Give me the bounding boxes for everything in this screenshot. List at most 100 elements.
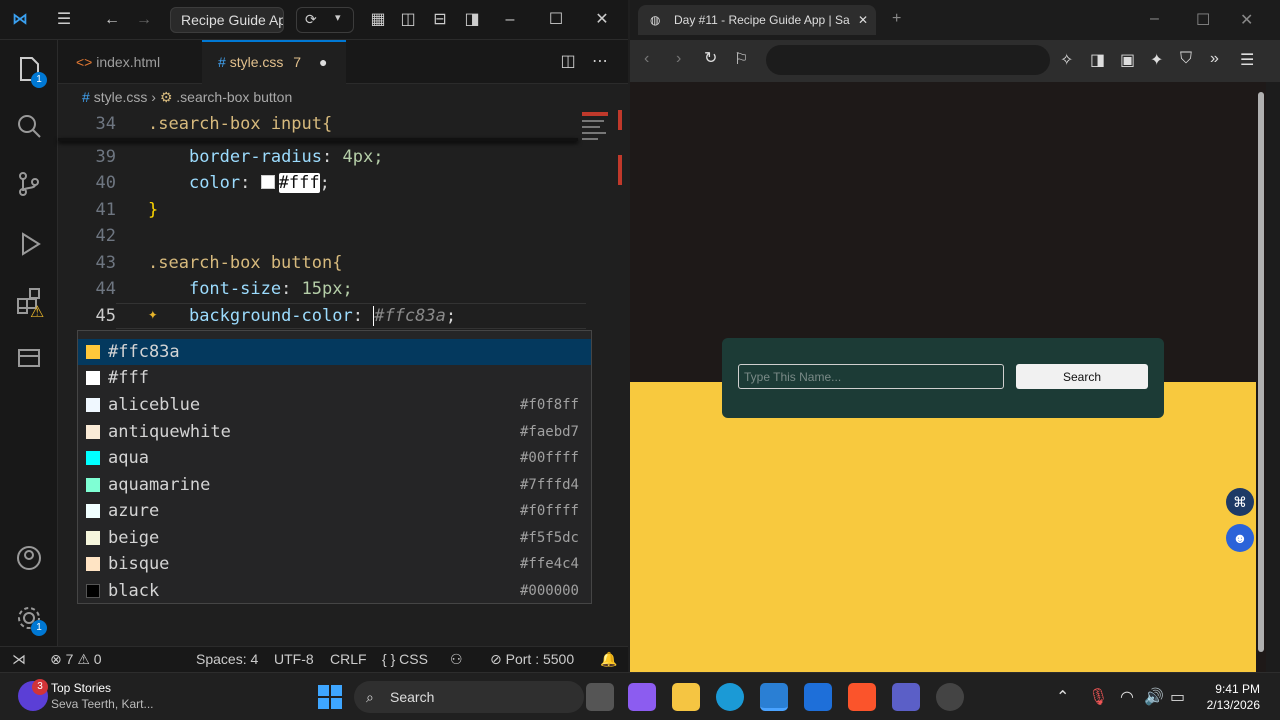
close-icon[interactable]: ✕ (590, 8, 614, 32)
more-actions-icon[interactable]: ⋯ (588, 50, 612, 74)
news-widget-icon[interactable]: 3 (18, 679, 48, 711)
inline-suggestion: #ffc83a (374, 306, 446, 326)
browser-tab[interactable]: ◍ Day #11 - Recipe Guide App | Sa ✕ (638, 5, 876, 35)
eol-status[interactable]: CRLF (330, 651, 367, 667)
forward-icon[interactable]: › (676, 50, 681, 68)
maximize-icon[interactable]: ☐ (1196, 10, 1210, 30)
toggle-sidebar-icon[interactable]: ◫ (396, 8, 420, 32)
brave-icon[interactable] (848, 683, 876, 711)
reload-icon[interactable]: ↻ (704, 48, 717, 68)
suggestion-item[interactable]: aliceblue #f0f8ff (78, 392, 591, 418)
suggestion-item[interactable]: azure #f0ffff (78, 498, 591, 524)
explorer-icon[interactable]: 1 (13, 54, 47, 88)
line-number: 40 (95, 173, 116, 193)
news-title[interactable]: Top Stories (51, 681, 111, 695)
teams-icon[interactable] (892, 683, 920, 711)
vscode-titlebar: ⋈ ☰ ← → Recipe Guide Ap ⟳ ▾ ▦ ◫ ⊟ ◨ – ☐ … (0, 0, 628, 40)
suggestion-item[interactable]: antiquewhite #faebd7 (78, 419, 591, 445)
source-control-icon[interactable] (13, 168, 45, 200)
suggestion-item[interactable]: aquamarine #7fffd4 (78, 472, 591, 498)
settings-gear-icon[interactable]: 1 (13, 602, 47, 636)
run-debug-icon[interactable] (13, 228, 45, 260)
minimize-icon[interactable]: – (1150, 10, 1159, 28)
no-entry-icon: ⊘ (490, 651, 502, 667)
sidebar-icon[interactable]: ◨ (1090, 50, 1105, 70)
double-chevron-icon[interactable]: » (1210, 50, 1219, 68)
vscode-taskbar-icon[interactable] (760, 683, 788, 711)
page-scrollbar[interactable] (1256, 82, 1266, 672)
account-icon[interactable] (13, 542, 45, 574)
copilot-button[interactable]: ⟳ ▾ (296, 7, 354, 33)
warning-icon: ⚠ (77, 651, 90, 667)
color-swatch-icon (86, 371, 100, 385)
obs-icon[interactable] (936, 683, 964, 711)
menu-icon[interactable]: ☰ (1240, 50, 1254, 70)
suggestion-item[interactable]: #fff (78, 365, 591, 391)
system-clock[interactable]: 9:41 PM 2/13/2026 (1190, 681, 1260, 713)
toggle-secondary-sidebar-icon[interactable]: ◨ (460, 8, 484, 32)
suggestion-item[interactable]: aqua #00ffff (78, 445, 591, 471)
encoding-status[interactable]: UTF-8 (274, 651, 314, 667)
menu-icon[interactable]: ☰ (52, 8, 76, 32)
tab-style-css[interactable]: # style.css 7 ● (202, 40, 346, 84)
search-input[interactable] (738, 364, 1004, 389)
edge-icon[interactable] (716, 683, 744, 711)
scrollbar-thumb[interactable] (1258, 92, 1264, 652)
suggestion-item[interactable]: beige #f5f5dc (78, 525, 591, 551)
color-swatch-icon[interactable] (260, 175, 275, 189)
wifi-icon[interactable]: ◠ (1120, 687, 1134, 707)
windows-start-icon[interactable] (316, 683, 344, 711)
ai-sparkle-icon[interactable]: ✦ (1150, 50, 1163, 70)
close-tab-icon[interactable]: ✕ (851, 5, 868, 35)
chevron-up-icon[interactable]: ⌃ (1056, 687, 1069, 707)
battery-icon[interactable]: ▭ (1170, 687, 1185, 707)
new-tab-icon[interactable]: + (892, 10, 901, 28)
forward-arrow-icon[interactable]: → (132, 8, 156, 32)
unsaved-dot-icon[interactable]: ● (319, 54, 327, 70)
taskbar-search[interactable]: ⌕ Search (354, 681, 584, 713)
maximize-icon[interactable]: ☐ (544, 8, 568, 32)
breadcrumb-symbol[interactable]: .search-box button (176, 89, 292, 105)
split-editor-icon[interactable]: ◫ (556, 50, 580, 74)
copilot-status-icon[interactable]: ⚇ (450, 651, 463, 668)
tab-label: index.html (96, 54, 161, 70)
live-server-port[interactable]: ⊘ Port : 5500 (490, 651, 574, 668)
breadcrumb-file[interactable]: style.css (94, 89, 148, 105)
wallet-icon[interactable]: ▣ (1120, 50, 1135, 70)
command-center[interactable]: Recipe Guide Ap (170, 7, 284, 33)
search-button[interactable]: Search (1016, 364, 1148, 389)
file-explorer-icon[interactable] (672, 683, 700, 711)
remote-icon[interactable]: ⋊ (12, 651, 26, 668)
outlook-icon[interactable] (804, 683, 832, 711)
color-swatch-icon (86, 345, 100, 359)
tab-index-html[interactable]: <> index.html (58, 40, 202, 84)
suggestion-item[interactable]: #ffc83a (78, 339, 591, 365)
copilot-app-icon[interactable] (628, 683, 656, 711)
extensions-icon[interactable]: ✧ (1060, 50, 1073, 70)
search-icon[interactable] (13, 110, 45, 142)
problems-indicator[interactable]: ⊗ 7 ⚠ 0 (50, 651, 102, 668)
vpn-shield-icon[interactable]: ⛉ (1180, 50, 1192, 68)
toggle-panel-icon[interactable]: ⊟ (428, 8, 452, 32)
remote-explorer-icon[interactable] (13, 342, 45, 374)
address-bar[interactable] (766, 45, 1050, 75)
microphone-icon[interactable]: 🎙 (1088, 687, 1108, 707)
volume-icon[interactable]: 🔊 (1144, 687, 1164, 707)
suggestion-item[interactable]: bisque #ffe4c4 (78, 551, 591, 577)
extensions-icon[interactable]: ⚠ (13, 286, 45, 321)
command-icon[interactable]: ⌘ (1226, 488, 1254, 516)
notifications-bell-icon[interactable]: 🔔 (600, 651, 617, 668)
back-icon[interactable]: ‹ (644, 50, 649, 68)
minimize-icon[interactable]: – (498, 8, 522, 32)
close-icon[interactable]: ✕ (1240, 10, 1253, 30)
news-subtitle[interactable]: Seva Teerth, Kart... (51, 697, 154, 711)
bookmark-icon[interactable]: ⚐ (734, 49, 748, 69)
minimap[interactable] (578, 110, 622, 200)
indentation-status[interactable]: Spaces: 4 (196, 651, 258, 667)
customize-layout-icon[interactable]: ▦ (366, 8, 390, 32)
task-view-icon[interactable] (586, 683, 614, 711)
suggestion-item[interactable]: black #000000 (78, 578, 591, 604)
back-arrow-icon[interactable]: ← (100, 8, 124, 32)
assistant-bot-icon[interactable]: ☻ (1226, 524, 1254, 552)
language-status[interactable]: { } CSS (382, 651, 428, 667)
